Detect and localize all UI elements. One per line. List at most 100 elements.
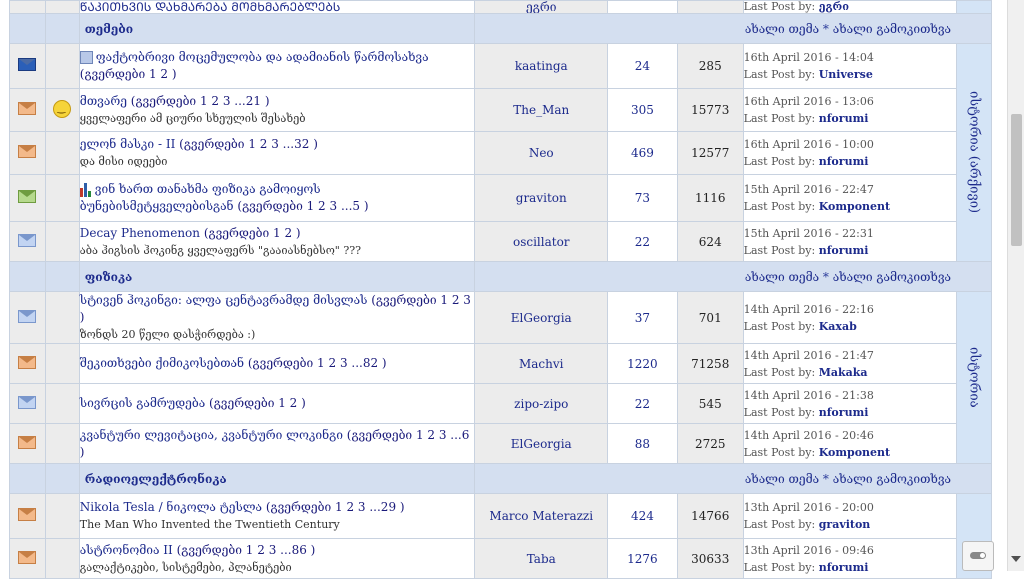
last-post-user[interactable]: Makaka <box>819 366 868 379</box>
topic-views: 15773 <box>676 88 744 132</box>
envelope-hot-icon <box>18 145 37 158</box>
topic-replies[interactable]: 88 <box>635 437 650 451</box>
scroll-thumb[interactable] <box>1011 114 1022 246</box>
topic-pages[interactable]: (გვერდები 1 2 3 ...82 ) <box>248 356 387 370</box>
topic-views: 14766 <box>676 493 744 539</box>
last-post-user[interactable]: Komponent <box>819 446 890 459</box>
topic-link[interactable]: მთვარე <box>80 94 127 108</box>
new-topic-link[interactable]: ახალი თემა <box>745 472 819 486</box>
topic-author[interactable]: graviton <box>516 191 567 205</box>
category-spacer <box>44 13 80 44</box>
new-poll-link[interactable]: ახალი გამოკითხვა <box>833 270 951 284</box>
category-header-row: თემები ახალი თემა * ახალი გამოკითხვა <box>9 13 992 44</box>
topic-row: კვანტური ლევიტაცია, კვანტური ლოკინგი (გვ… <box>9 423 992 464</box>
topic-emoticon-cell <box>44 538 80 579</box>
topic-pages[interactable]: (გვერდები 1 2 3 ...86 ) <box>177 543 316 557</box>
topic-replies[interactable]: 24 <box>635 59 650 73</box>
topic-author[interactable]: kaatinga <box>515 59 568 73</box>
new-poll-link[interactable]: ახალი გამოკითხვა <box>833 472 951 486</box>
topic-replies-cell: 424 <box>607 493 678 539</box>
topic-pages[interactable]: (გვერდები 1 2 ) <box>204 226 301 240</box>
topic-views: 12577 <box>676 131 744 175</box>
last-post-cell: 16th April 2016 - 13:06 Last Post by: nfo… <box>742 88 957 132</box>
topic-author[interactable]: Taba <box>527 552 556 566</box>
last-post-label: Last Post by: <box>743 365 816 379</box>
category-title[interactable]: ფიზიკა <box>78 261 476 292</box>
topic-pages[interactable]: (გვერდები 1 2 3 ...21 ) <box>131 94 270 108</box>
topic-replies[interactable]: 305 <box>631 103 654 117</box>
topic-emoticon-cell <box>44 174 80 222</box>
topic-author[interactable]: Machvi <box>519 357 564 371</box>
topic-link[interactable]: Nikola Tesla / ნიკოლა ტესლა <box>80 500 262 514</box>
topic-pages[interactable]: (გვერდები 1 2 ) <box>80 67 177 81</box>
topic-author[interactable]: zipo-zipo <box>514 397 568 411</box>
last-post-user[interactable]: Universe <box>819 68 873 81</box>
envelope-hot-icon <box>18 550 37 564</box>
theme-toggle[interactable] <box>962 541 994 571</box>
last-post-user[interactable]: ეგრი <box>819 2 849 13</box>
side-label[interactable]: ისტორია (არქივი) <box>965 91 982 213</box>
last-post-user[interactable]: Komponent <box>819 200 890 213</box>
topic-replies[interactable]: 469 <box>631 146 654 160</box>
topic-link[interactable]: ფაქტობრივი მოცემულობა და ადამიანის წარმო… <box>96 50 429 64</box>
topic-link[interactable]: ᲬᲐᲙᲘᲗᲮᲕᲘᲡ ᲓᲐᲮᲛᲐᲠᲔᲑᲐ ᲛᲝᲛᲮᲛᲐᲠᲔᲑᲚᲔᲑᲡ <box>80 2 340 13</box>
topic-author[interactable]: ეგრი <box>526 2 556 13</box>
topic-row: შეკითხვები ქიმიკოსებთან (გვერდები 1 2 3 … <box>9 343 992 384</box>
topic-pages[interactable]: (გვერდები 1 2 ) <box>209 396 306 410</box>
topic-status-icon-cell <box>9 174 46 222</box>
topic-status-icon-cell <box>9 383 46 424</box>
topic-replies[interactable]: 22 <box>635 235 650 249</box>
last-post-user[interactable]: nforumi <box>819 406 869 419</box>
topic-author[interactable]: Neo <box>529 146 554 160</box>
topic-author[interactable]: ElGeorgia <box>511 311 572 325</box>
topic-emoticon-cell <box>44 493 80 539</box>
topic-link[interactable]: სტივენ ჰოკინგი: ალფა ცენტავრამდე მისვლას <box>80 293 368 307</box>
topic-status-icon-cell <box>9 88 46 132</box>
topic-link[interactable]: სივრცის გამრუდება <box>80 396 205 410</box>
last-post-user[interactable]: nforumi <box>819 155 869 168</box>
topic-pages[interactable]: (გვერდები 1 2 3 ...29 ) <box>266 500 405 514</box>
topic-author[interactable]: oscillator <box>513 235 570 249</box>
last-post-user[interactable]: graviton <box>819 518 871 531</box>
topic-author[interactable]: Marco Materazzi <box>489 509 593 523</box>
topic-replies-cell: 88 <box>607 423 678 464</box>
category-actions: ახალი თემა * ახალი გამოკითხვა <box>474 13 992 44</box>
topic-row: სივრცის გამრუდება (გვერდები 1 2 ) zipo-zi… <box>9 383 992 424</box>
topic-author[interactable]: ElGeorgia <box>511 437 572 451</box>
topic-link[interactable]: Decay Phenomenon <box>80 226 200 240</box>
topic-link[interactable]: ასტრონომია II <box>80 543 173 557</box>
topic-author[interactable]: The_Man <box>513 103 569 117</box>
last-post-user[interactable]: nforumi <box>819 244 869 257</box>
envelope-hot-icon <box>18 355 37 369</box>
topic-pages[interactable]: (გვერდები 1 2 3 ...32 ) <box>179 137 318 151</box>
topic-status-icon-cell <box>9 343 46 384</box>
topic-link[interactable]: შეკითხვები ქიმიკოსებთან <box>80 356 244 370</box>
side-label[interactable]: ისტორია <box>965 347 982 408</box>
topic-replies[interactable]: 37 <box>635 311 650 325</box>
new-topic-link[interactable]: ახალი თემა <box>745 22 819 36</box>
new-topic-link[interactable]: ახალი თემა <box>745 270 819 284</box>
scroll-down-arrow[interactable] <box>1011 556 1021 562</box>
topic-replies[interactable]: 22 <box>635 397 650 411</box>
last-post-cell: 14th April 2016 - 20:46 Last Post by: Kom… <box>742 423 957 464</box>
last-post-user[interactable]: nforumi <box>819 561 869 574</box>
topic-status-icon <box>9 0 46 14</box>
last-post-user[interactable]: Kaxab <box>819 320 857 333</box>
topic-replies[interactable]: 1220 <box>627 357 658 371</box>
topic-author-cell: kaatinga <box>474 43 609 89</box>
topic-replies[interactable]: 1276 <box>627 552 658 566</box>
vertical-scrollbar[interactable] <box>1007 0 1024 571</box>
separator: * <box>822 269 829 284</box>
topic-link[interactable]: კვანტური ლევიტაცია, კვანტური ლოკინგი <box>80 428 343 442</box>
topic-status-icon-cell <box>9 423 46 464</box>
topic-replies[interactable]: 424 <box>631 509 654 523</box>
category-title[interactable]: რადიოელექტრონიკა <box>78 463 476 494</box>
topic-views: 701 <box>676 291 744 344</box>
topic-title-cell: Decay Phenomenon (გვერდები 1 2 ) აბა ჰიგს… <box>78 221 476 262</box>
topic-replies[interactable]: 73 <box>635 191 650 205</box>
topic-link[interactable]: ელონ მასკი - II <box>80 137 176 151</box>
topic-pages[interactable]: (გვერდები 1 2 3 ...5 ) <box>237 199 368 213</box>
category-title[interactable]: თემები <box>78 13 476 44</box>
new-poll-link[interactable]: ახალი გამოკითხვა <box>833 22 951 36</box>
last-post-user[interactable]: nforumi <box>819 112 869 125</box>
